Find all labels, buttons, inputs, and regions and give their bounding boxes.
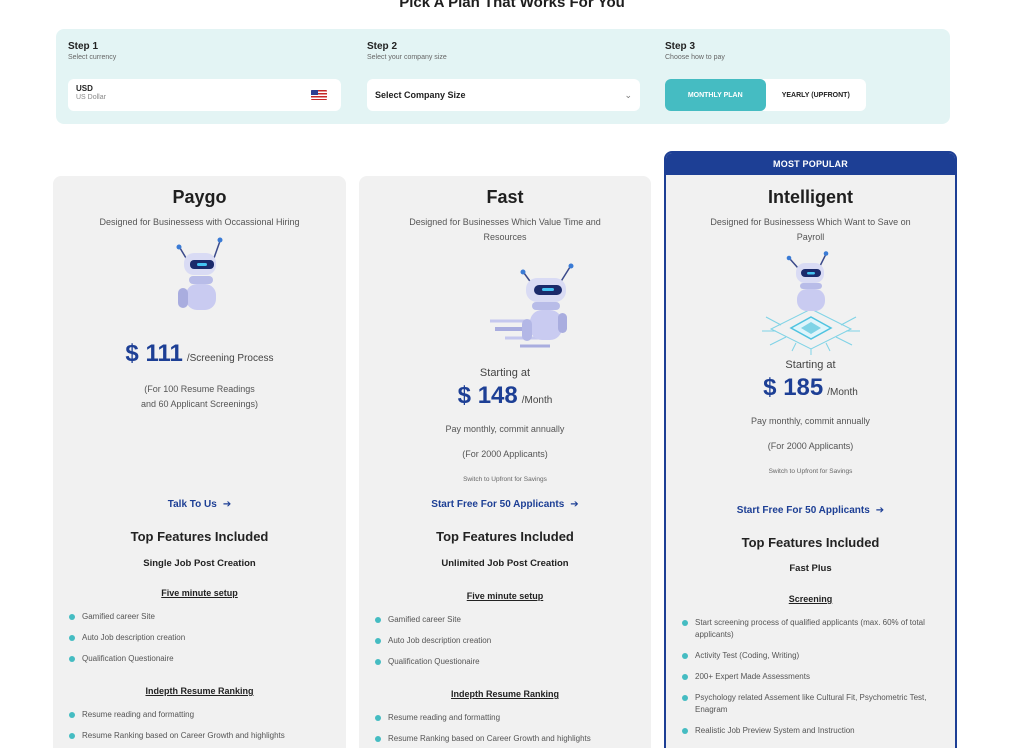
plan-card-paygo: Paygo Designed for Businessess with Occa… [53,176,346,748]
five-minute-setup-link[interactable]: Five minute setup [467,591,544,601]
feature-item: Resume reading and formatting [375,712,651,724]
switch-upfront-note: Switch to Upfront for Savings [768,468,853,475]
talk-to-us-link[interactable]: Talk To Us ➔ [168,499,231,510]
most-popular-badge: MOST POPULAR [666,153,955,175]
yearly-upfront-button[interactable]: YEARLY (UPFRONT) [766,79,867,111]
arrow-right-icon: ➔ [875,505,885,516]
applicants-note: (For 2000 Applicants) [767,441,854,451]
features-list-setup: Gamified career Site Auto Job descriptio… [53,611,346,665]
us-flag-icon [311,90,327,100]
step-3-title: Step 3 [665,41,696,52]
feature-item: Auto Job description creation [69,632,346,644]
currency-name: US Dollar [76,94,106,101]
plan-name: Intelligent [768,187,853,207]
feature-item: Qualification Questionaire [375,656,651,668]
features-title: Top Features Included [436,529,574,544]
commit-note: Pay monthly, commit annually [751,416,870,426]
features-title: Top Features Included [741,535,880,550]
plan-price: $ 148 [457,382,518,409]
feature-item: Qualification Questionaire [69,653,346,665]
applicants-note: (For 2000 Applicants) [462,449,548,459]
feature-item: Resume Ranking based on Career Growth an… [69,730,346,742]
features-subtitle: Fast Plus [789,563,832,574]
company-size-value: Select Company Size [375,90,466,100]
features-subtitle: Unlimited Job Post Creation [441,558,569,569]
step-1-title: Step 1 [68,41,99,52]
plan-note-line2: and 60 Applicant Screenings) [140,399,259,409]
page-title: Pick A Plan That Works For You [399,0,625,11]
plan-description: Designed for Businessess Which Want to S… [710,217,911,242]
currency-code: USD [76,84,93,93]
plan-card-fast: Fast Designed for Businesses Which Value… [359,176,651,748]
payment-toggle: MONTHLY PLAN YEARLY (UPFRONT) [665,79,866,111]
plan-price-unit: /Month [521,395,553,406]
five-minute-setup-link[interactable]: Five minute setup [161,588,238,598]
plan-description: Designed for Businessess with Occassiona… [99,217,300,227]
features-list-ranking: Resume reading and formatting Resume Ran… [359,712,651,745]
step-1-subtitle: Select currency [68,54,117,61]
starting-at-label: Starting at [479,367,531,379]
commit-note: Pay monthly, commit annually [445,424,565,434]
feature-item: Auto Job description creation [375,635,651,647]
feature-item: Resume Ranking based on Career Growth an… [375,733,651,745]
monthly-plan-button[interactable]: MONTHLY PLAN [665,79,766,111]
starting-at-label: Starting at [785,359,836,371]
cta-label: Start Free For 50 Applicants [736,505,870,516]
feature-item: Psychology related Assement like Cultura… [682,692,935,716]
step-3-subtitle: Choose how to pay [665,54,725,61]
start-free-link[interactable]: Start Free For 50 Applicants ➔ [431,499,578,510]
step-2-subtitle: Select your company size [367,54,447,61]
plan-price: $ 111 [125,340,183,367]
plan-card-intelligent: MOST POPULAR Intelligent Designed for Bu… [664,151,957,748]
feature-item: Realistic Job Preview System and Instruc… [682,725,935,737]
arrow-right-icon: ➔ [222,499,232,510]
step-2: Step 2 Select your company size [367,41,447,61]
plan-price-unit: /Month [827,387,858,398]
start-free-link[interactable]: Start Free For 50 Applicants ➔ [737,505,884,516]
currency-select[interactable]: USD US Dollar [68,79,341,111]
features-list-screening: Start screening process of qualified app… [666,617,955,737]
price-row: $ 111 /Screening Process [53,340,346,368]
feature-item: Resume reading and formatting [69,709,346,721]
features-subtitle: Single Job Post Creation [143,558,256,569]
features-list-ranking: Resume reading and formatting Resume Ran… [53,709,346,742]
company-size-select[interactable]: Select Company Size ⌄ [367,79,640,111]
feature-item: 200+ Expert Made Assessments [682,671,935,683]
robot-chip-illustration-icon [761,251,860,355]
plan-note-line1: (For 100 Resume Readings [144,384,255,394]
indepth-resume-ranking-link[interactable]: Indepth Resume Ranking [145,686,253,696]
features-title: Top Features Included [130,529,269,544]
plan-name: Paygo [172,187,227,207]
screening-link[interactable]: Screening [789,594,833,604]
price-row: $ 185 /Month [666,374,955,402]
step-1: Step 1 Select currency [68,41,116,61]
robot-speed-illustration-icon [490,263,574,348]
plan-price-unit: /Screening Process [186,353,274,364]
robot-illustration-icon [176,237,222,310]
features-list-setup: Gamified career Site Auto Job descriptio… [359,614,651,668]
feature-item: Gamified career Site [375,614,651,626]
feature-item: Gamified career Site [69,611,346,623]
plan-description: Designed for Businesses Which Value Time… [409,217,601,242]
plan-configurator: Step 1 Select currency USD US Dollar Ste… [56,29,950,124]
plan-name: Fast [486,187,524,207]
step-3: Step 3 Choose how to pay [665,41,725,61]
indepth-resume-ranking-link[interactable]: Indepth Resume Ranking [451,689,559,699]
step-2-title: Step 2 [367,41,398,52]
switch-upfront-note: Switch to Upfront for Savings [463,476,547,483]
cta-label: Talk To Us [167,499,217,510]
price-row: $ 148 /Month [359,382,651,410]
feature-item: Activity Test (Coding, Writing) [682,650,935,662]
chevron-down-icon: ⌄ [624,89,632,100]
arrow-right-icon: ➔ [570,499,579,510]
cta-label: Start Free For 50 Applicants [431,499,565,510]
plan-price: $ 185 [763,374,824,401]
feature-item: Start screening process of qualified app… [682,617,935,641]
